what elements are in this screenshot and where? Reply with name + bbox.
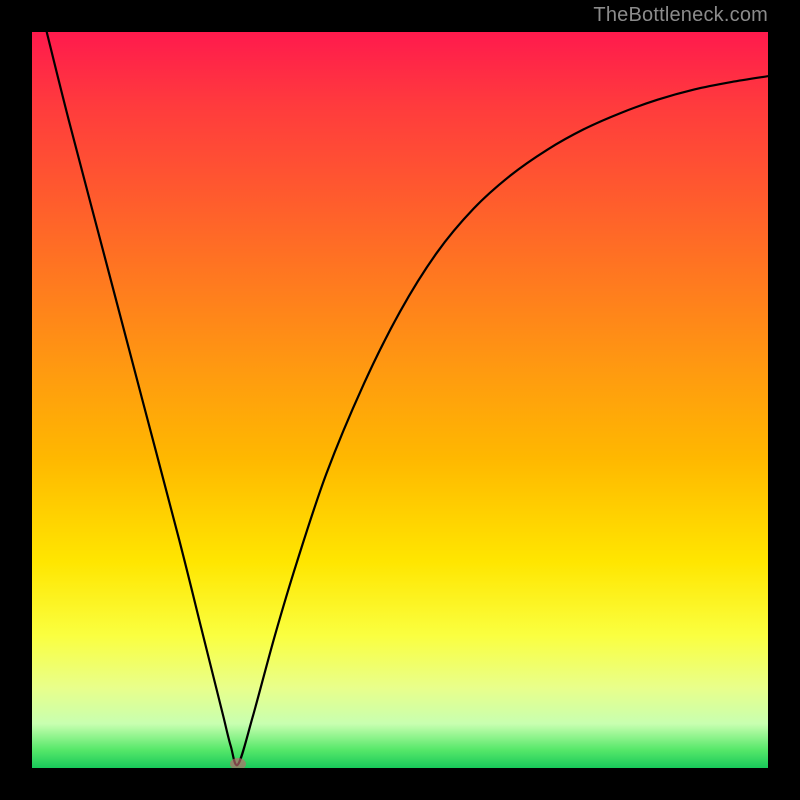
chart-marker-dot <box>230 758 246 768</box>
chart-curve-svg <box>32 32 768 768</box>
chart-frame <box>32 32 768 768</box>
bottleneck-curve-path <box>47 32 768 765</box>
attribution-text: TheBottleneck.com <box>593 4 768 27</box>
